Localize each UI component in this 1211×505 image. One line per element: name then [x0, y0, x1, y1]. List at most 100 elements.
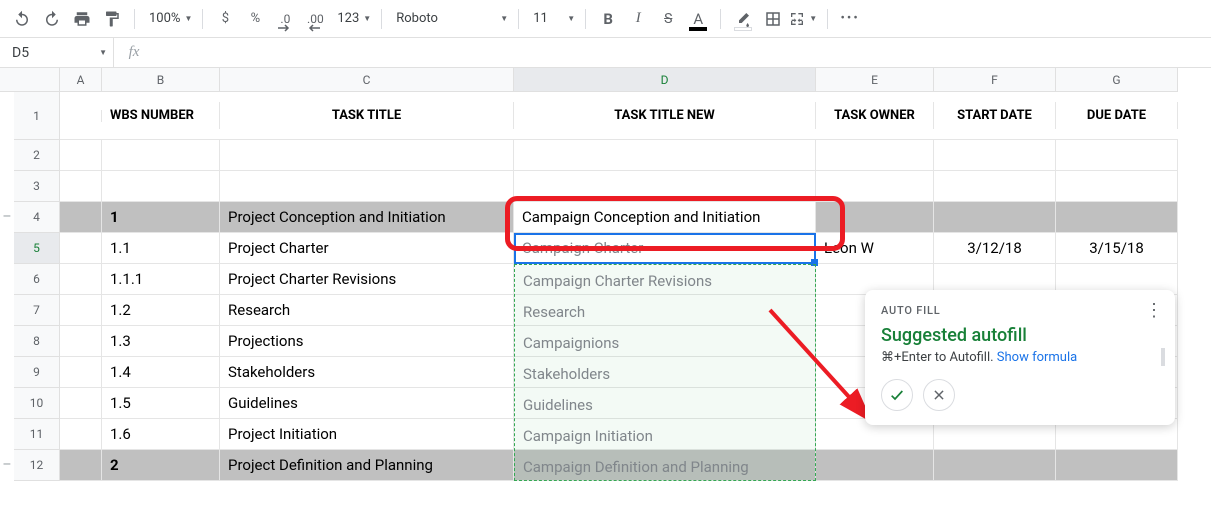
reject-autofill-button[interactable]: [923, 379, 955, 411]
cell[interactable]: [514, 264, 816, 294]
cell[interactable]: 1.1.1: [102, 264, 220, 294]
cell[interactable]: START DATE: [934, 102, 1056, 129]
decrease-decimal-button[interactable]: .0: [271, 5, 299, 33]
cell[interactable]: [934, 202, 1056, 232]
cell[interactable]: [60, 388, 102, 418]
row-9[interactable]: 9: [14, 357, 60, 388]
active-cell[interactable]: Campaign Charter: [514, 233, 816, 263]
paint-format-button[interactable]: [98, 5, 126, 33]
cell[interactable]: Project Conception and Initiation: [220, 202, 514, 232]
row-4[interactable]: 4: [14, 202, 60, 233]
cell[interactable]: [60, 110, 102, 122]
cell[interactable]: 1.4: [102, 357, 220, 387]
redo-button[interactable]: [38, 5, 66, 33]
cell[interactable]: TASK TITLE: [220, 102, 514, 129]
cell[interactable]: [816, 140, 934, 170]
cell[interactable]: [1056, 450, 1178, 480]
italic-button[interactable]: I: [624, 5, 652, 33]
cell[interactable]: TASK OWNER: [816, 102, 934, 129]
row-8[interactable]: 8: [14, 326, 60, 357]
cell[interactable]: 1: [102, 202, 220, 232]
cell[interactable]: Leon W: [816, 233, 934, 263]
cell[interactable]: 1.3: [102, 326, 220, 356]
cell[interactable]: Project Initiation: [220, 419, 514, 449]
cell[interactable]: [1056, 171, 1178, 201]
cell[interactable]: [1056, 140, 1178, 170]
zoom-dropdown[interactable]: 100%▼: [143, 5, 194, 33]
show-formula-link[interactable]: Show formula: [997, 350, 1077, 365]
group-toggle[interactable]: –: [0, 202, 14, 233]
cell[interactable]: WBS NUMBER: [102, 102, 220, 129]
cell[interactable]: 3/12/18: [934, 233, 1056, 263]
cell[interactable]: [60, 171, 102, 201]
select-all-corner[interactable]: [0, 68, 60, 92]
cell[interactable]: [514, 388, 816, 418]
col-f[interactable]: F: [934, 68, 1056, 92]
col-g[interactable]: G: [1056, 68, 1178, 92]
row-7[interactable]: 7: [14, 295, 60, 326]
formula-input[interactable]: [154, 38, 1211, 67]
cell[interactable]: 1.6: [102, 419, 220, 449]
fill-color-button[interactable]: [729, 5, 757, 33]
print-button[interactable]: [68, 5, 96, 33]
cell[interactable]: DUE DATE: [1056, 102, 1178, 129]
cell[interactable]: Project Charter Revisions: [220, 264, 514, 294]
cell[interactable]: [514, 419, 816, 449]
cell[interactable]: 3/15/18: [1056, 233, 1178, 263]
drag-handle-icon[interactable]: [1161, 348, 1165, 366]
row-10[interactable]: 10: [14, 388, 60, 419]
increase-decimal-button[interactable]: .00: [301, 5, 329, 33]
cell[interactable]: [220, 140, 514, 170]
cell[interactable]: [934, 140, 1056, 170]
merge-button[interactable]: ▼: [789, 5, 819, 33]
col-e[interactable]: E: [816, 68, 934, 92]
col-c[interactable]: C: [220, 68, 514, 92]
row-5[interactable]: 5: [14, 233, 60, 264]
cell[interactable]: [514, 140, 816, 170]
cell[interactable]: [60, 295, 102, 325]
undo-button[interactable]: [8, 5, 36, 33]
cell[interactable]: [514, 450, 816, 480]
row-1[interactable]: 1: [14, 92, 60, 140]
cell[interactable]: [514, 357, 816, 387]
cell[interactable]: Campaign Conception and Initiation: [514, 202, 816, 232]
cell[interactable]: [816, 450, 934, 480]
strikethrough-button[interactable]: S: [654, 5, 682, 33]
format-123-dropdown[interactable]: 123▼: [331, 5, 373, 33]
currency-button[interactable]: $: [211, 5, 239, 33]
row-11[interactable]: 11: [14, 419, 60, 450]
cell[interactable]: [60, 357, 102, 387]
text-color-button[interactable]: A: [684, 5, 712, 33]
row-6[interactable]: 6: [14, 264, 60, 295]
cell[interactable]: Projections: [220, 326, 514, 356]
font-dropdown[interactable]: Roboto▼: [390, 5, 510, 33]
more-button[interactable]: •••: [836, 5, 864, 33]
col-b[interactable]: B: [102, 68, 220, 92]
cell[interactable]: [60, 326, 102, 356]
col-d[interactable]: D: [514, 68, 816, 92]
cell[interactable]: [816, 202, 934, 232]
cell[interactable]: Stakeholders: [220, 357, 514, 387]
cell[interactable]: [220, 171, 514, 201]
cell[interactable]: 2: [102, 450, 220, 480]
name-box[interactable]: D5▼: [0, 38, 114, 67]
cell[interactable]: [1056, 202, 1178, 232]
cell[interactable]: [514, 171, 816, 201]
group-toggle[interactable]: –: [0, 450, 14, 481]
cell[interactable]: [60, 419, 102, 449]
cell[interactable]: [60, 233, 102, 263]
cell[interactable]: [934, 171, 1056, 201]
cell[interactable]: Project Definition and Planning: [220, 450, 514, 480]
cell[interactable]: 1.1: [102, 233, 220, 263]
fontsize-dropdown[interactable]: 11▼: [527, 5, 577, 33]
cell[interactable]: [60, 140, 102, 170]
cell[interactable]: [102, 140, 220, 170]
cell[interactable]: [102, 171, 220, 201]
cell[interactable]: [514, 295, 816, 325]
col-a[interactable]: A: [60, 68, 102, 92]
cell[interactable]: [934, 450, 1056, 480]
cell[interactable]: 1.2: [102, 295, 220, 325]
row-2[interactable]: 2: [14, 140, 60, 171]
cell[interactable]: [60, 450, 102, 480]
row-3[interactable]: 3: [14, 171, 60, 202]
